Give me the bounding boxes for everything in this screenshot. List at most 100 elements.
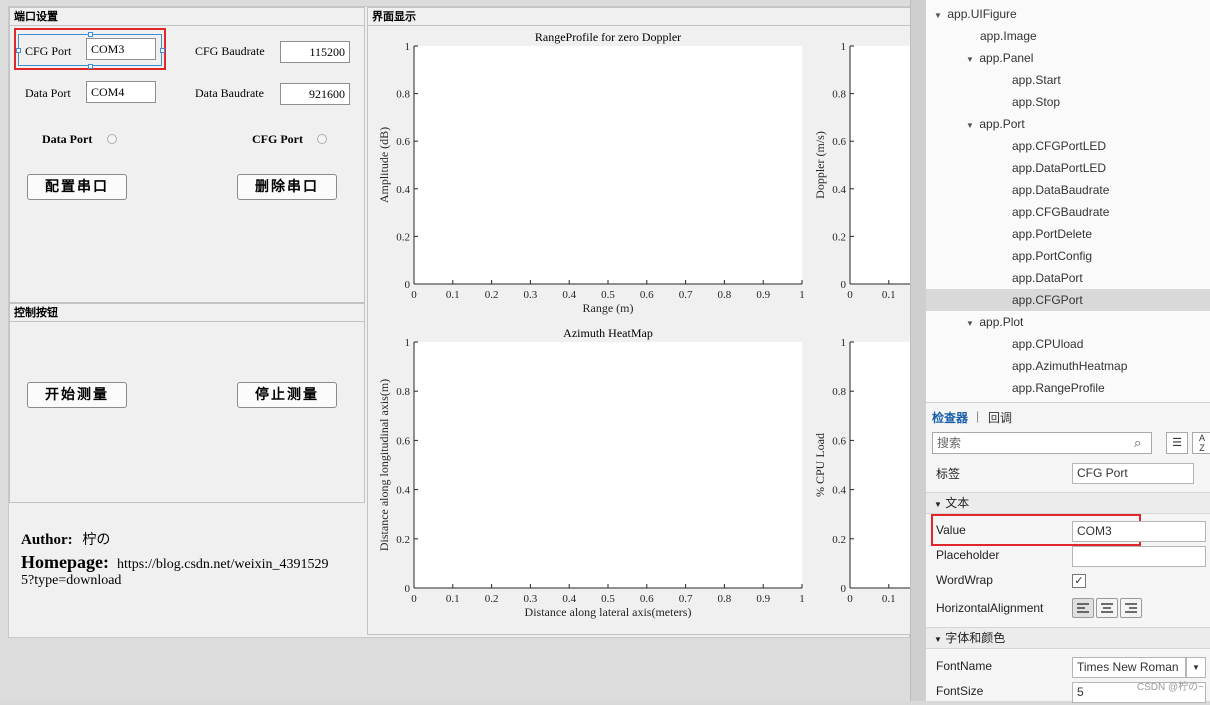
sort-az-icon[interactable]: AZ <box>1192 432 1210 454</box>
tree-item[interactable]: app.PortDelete <box>926 223 1210 245</box>
collapse-icon[interactable]: ▼ <box>934 635 942 644</box>
tree-item[interactable]: app.DataPortLED <box>926 157 1210 179</box>
x-tick-label: 0.5 <box>601 289 615 301</box>
tree-item[interactable]: ▼ app.Panel <box>926 47 1210 69</box>
tree-item[interactable]: app.DataPort <box>926 267 1210 289</box>
config-port-button[interactable]: 配置串口 <box>27 174 127 200</box>
prop-name-placeholder: Placeholder <box>936 548 1000 562</box>
selection-handle[interactable] <box>16 48 21 53</box>
x-tick-label: 0.3 <box>524 593 538 605</box>
y-tick-label: 0.2 <box>832 534 846 546</box>
align-right-icon[interactable] <box>1120 598 1142 618</box>
section-text[interactable]: ▼ 文本 <box>926 492 1210 514</box>
cfg-baudrate-field[interactable]: 115200 <box>280 41 350 63</box>
tree-item[interactable]: app.AzimuthHeatmap <box>926 355 1210 377</box>
y-tick-label: 0.6 <box>832 435 846 447</box>
port-panel-title: 端口设置 <box>10 8 364 26</box>
prop-value-placeholder[interactable] <box>1072 546 1206 567</box>
display-panel[interactable]: 界面显示 0 0.1 0.2 0.3 0.4 0.5 0.6 0.7 0.8 0.9 1 0 0.2 0.… <box>367 7 912 635</box>
port-panel[interactable]: 端口设置 CFG Port COM3 CFG Baudrate 115200 D… <box>9 7 365 303</box>
prop-value-label[interactable]: CFG Port <box>1072 463 1194 484</box>
homepage-url[interactable]: https://blog.csdn.net/weixin_4391529 <box>117 557 329 572</box>
tree-item[interactable]: app.DataBaudrate <box>926 179 1210 201</box>
x-tick-label: 0.4 <box>562 289 576 301</box>
y-tick-label: 0 <box>841 583 847 595</box>
cfg-port-led <box>317 134 327 144</box>
tree-item[interactable]: ▼ app.Port <box>926 113 1210 135</box>
data-port-label: Data Port <box>25 86 71 100</box>
selection-handle[interactable] <box>160 48 165 53</box>
selection-handle[interactable] <box>88 64 93 69</box>
tree-item[interactable]: app.PortConfig <box>926 245 1210 267</box>
delete-port-button[interactable]: 删除串口 <box>237 174 337 200</box>
search-icon[interactable]: ⌕ <box>1134 435 1141 451</box>
wordwrap-checkbox[interactable]: ✓ <box>1072 574 1086 588</box>
splitter[interactable] <box>910 0 926 701</box>
plot-title: Azimuth HeatMap <box>563 326 653 340</box>
section-font[interactable]: ▼ 字体和颜色 <box>926 627 1210 649</box>
prop-value-value[interactable]: COM3 <box>1072 521 1206 542</box>
y-tick-label: 0.6 <box>396 136 410 148</box>
x-tick-label: 0.9 <box>756 289 770 301</box>
homepage-url-cont[interactable]: 5?type=download <box>21 573 121 589</box>
expand-icon[interactable]: ▼ <box>966 313 976 335</box>
x-tick-label: 0.6 <box>640 289 654 301</box>
align-left-icon[interactable] <box>1072 598 1094 618</box>
tree-item[interactable]: ▼ app.Plot <box>926 311 1210 333</box>
x-tick-label: 0.1 <box>446 289 460 301</box>
prop-row-wordwrap: WordWrap ✓ <box>926 569 1210 594</box>
start-button[interactable]: 开始测量 <box>27 382 127 408</box>
search-input[interactable]: 搜索 <box>932 432 1152 454</box>
y-tick-label: 0.8 <box>396 89 410 101</box>
app-canvas: 端口设置 CFG Port COM3 CFG Baudrate 115200 D… <box>0 0 912 701</box>
plot-axes-bg <box>414 342 802 588</box>
align-center-icon[interactable] <box>1096 598 1118 618</box>
x-tick-label: 0.8 <box>718 289 732 301</box>
prop-row-fontname: FontName Times New Roman ▼ <box>926 655 1210 680</box>
align-right-glyph <box>1125 603 1137 613</box>
y-tick-label: 0 <box>405 279 411 291</box>
chevron-down-icon[interactable]: ▼ <box>1186 657 1206 678</box>
x-tick-label: 0.8 <box>718 593 732 605</box>
tree-item[interactable]: app.Start <box>926 69 1210 91</box>
y-tick-label: 0.4 <box>832 485 846 497</box>
expand-icon[interactable]: ▼ <box>966 115 976 137</box>
author-label: Author: <box>21 532 73 548</box>
data-baudrate-field[interactable]: 921600 <box>280 83 350 105</box>
tree-item[interactable]: app.Stop <box>926 91 1210 113</box>
plot-axes-bg <box>850 46 912 284</box>
tree-item-label: app.Image <box>980 29 1037 43</box>
y-axis-label: Amplitude (dB) <box>377 127 391 203</box>
tree-item-label: app.Plot <box>979 315 1024 329</box>
selection-handle[interactable] <box>88 32 93 37</box>
tab-callback[interactable]: 回调 <box>988 409 1012 426</box>
tree-item[interactable]: app.CFGPort <box>926 289 1210 311</box>
tree-item[interactable]: app.CPUload <box>926 333 1210 355</box>
component-tree: ▼ app.UIFigure app.Image ▼ app.Panel app.St… <box>926 0 1210 402</box>
stop-button[interactable]: 停止测量 <box>237 382 337 408</box>
tree-item-label: app.UIFigure <box>947 7 1017 21</box>
tree-item[interactable]: app.RangeProfile <box>926 377 1210 399</box>
fontname-select[interactable]: Times New Roman <box>1072 657 1186 678</box>
ui-figure[interactable]: 端口设置 CFG Port COM3 CFG Baudrate 115200 D… <box>8 6 912 638</box>
collapse-icon[interactable]: ▼ <box>934 500 942 509</box>
control-panel[interactable]: 控制按钮 开始测量 停止测量 <box>9 303 365 503</box>
cfg-port-field[interactable]: COM3 <box>86 38 156 60</box>
tree-item[interactable]: app.CFGBaudrate <box>926 201 1210 223</box>
tree-item[interactable]: app.Image <box>926 25 1210 47</box>
tree-item[interactable]: app.CFGPortLED <box>926 135 1210 157</box>
list-view-icon[interactable]: ☰ <box>1166 432 1188 454</box>
data-port-field[interactable]: COM4 <box>86 81 156 103</box>
prop-row-halign: HorizontalAlignment <box>926 595 1210 620</box>
x-tick-label: 0.1 <box>446 593 460 605</box>
tree-item[interactable]: ▼ app.UIFigure <box>926 3 1210 25</box>
expand-icon[interactable]: ▼ <box>966 49 976 71</box>
y-tick-label: 0.4 <box>396 184 410 196</box>
prop-name-value: Value <box>936 523 966 537</box>
expand-icon[interactable]: ▼ <box>934 5 944 27</box>
y-tick-label: 0.8 <box>396 386 410 398</box>
prop-name-fontsize: FontSize <box>936 684 984 698</box>
x-tick-label: 0 <box>411 593 417 605</box>
cfg-baudrate-label: CFG Baudrate <box>195 44 265 58</box>
tab-inspector[interactable]: 检查器 <box>932 409 968 426</box>
